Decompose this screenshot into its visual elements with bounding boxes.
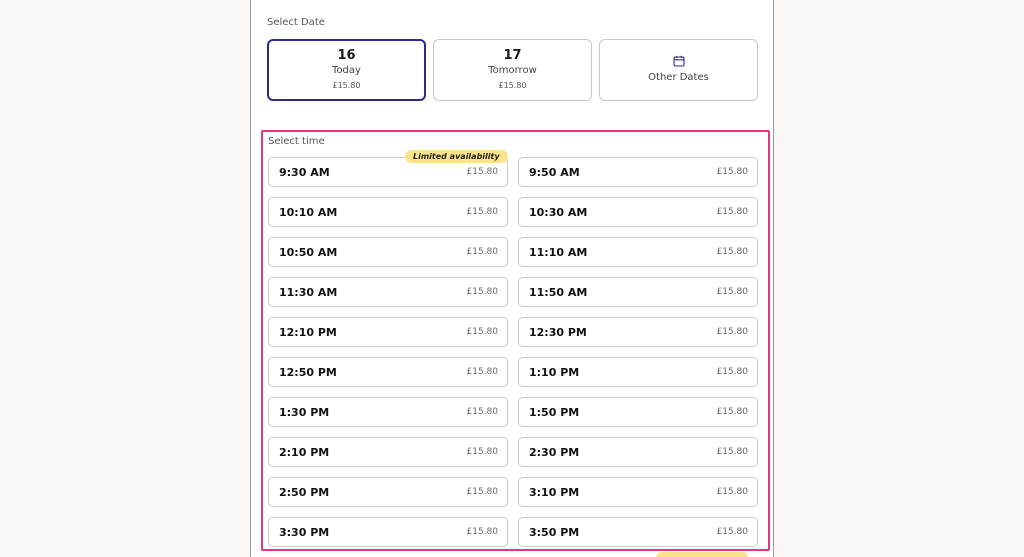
- slot-time: 10:50 AM: [279, 246, 338, 259]
- slot-price: £15.80: [466, 407, 499, 417]
- date-card-tomorrow[interactable]: 17 Tomorrow £15.80: [433, 39, 592, 101]
- select-date-label: Select Date: [267, 17, 325, 28]
- slot-time: 11:50 AM: [529, 286, 588, 299]
- time-selector: Select time 9:30 AM £15.80 Limited availab…: [261, 130, 770, 551]
- slot-time: 3:10 PM: [529, 486, 580, 499]
- time-slot-button[interactable]: 1:50 PM £15.80: [518, 397, 758, 427]
- time-slot-button[interactable]: 12:10 PM £15.80: [268, 317, 508, 347]
- slot-price: £15.80: [716, 527, 749, 537]
- calendar-icon: [672, 55, 685, 67]
- slot-time: 9:50 AM: [529, 166, 580, 179]
- date-name: Today: [332, 65, 361, 76]
- slot-price: £15.80: [716, 327, 749, 337]
- date-price: £15.80: [498, 81, 527, 90]
- time-slot-button[interactable]: 3:10 PM £15.80: [518, 477, 758, 507]
- time-slot-button[interactable]: 10:10 AM £15.80: [268, 197, 508, 227]
- slot-time: 11:30 AM: [279, 286, 338, 299]
- time-slot-button[interactable]: 12:50 PM £15.80: [268, 357, 508, 387]
- slot-time: 3:50 PM: [529, 526, 580, 539]
- slot-time: 1:30 PM: [279, 406, 330, 419]
- other-dates-label: Other Dates: [648, 72, 709, 83]
- time-slot-button[interactable]: 10:30 AM £15.80: [518, 197, 758, 227]
- slot-time: 11:10 AM: [529, 246, 588, 259]
- time-slot-button[interactable]: 3:50 PM £15.80: [518, 517, 758, 547]
- time-slot-button[interactable]: 2:50 PM £15.80: [268, 477, 508, 507]
- time-slot-button[interactable]: 3:30 PM £15.80: [268, 517, 508, 547]
- date-price: £15.80: [332, 81, 361, 90]
- time-slot-button[interactable]: 12:30 PM £15.80: [518, 317, 758, 347]
- date-day: 17: [503, 48, 522, 63]
- slot-price: £15.80: [466, 447, 499, 457]
- slot-time: 10:10 AM: [279, 206, 338, 219]
- slot-time: 1:10 PM: [529, 366, 580, 379]
- slot-time: 9:30 AM: [279, 166, 330, 179]
- slot-price: £15.80: [716, 167, 749, 177]
- time-slot-button[interactable]: 2:10 PM £15.80: [268, 437, 508, 467]
- date-selector: 16 Today £15.80 17 Tomorrow £15.80 Other…: [267, 39, 758, 101]
- date-name: Tomorrow: [488, 65, 537, 76]
- time-slot-button[interactable]: 11:30 AM £15.80: [268, 277, 508, 307]
- slot-time: 12:50 PM: [279, 366, 337, 379]
- slot-price: £15.80: [716, 207, 749, 217]
- time-slot-button[interactable]: 2:30 PM £15.80: [518, 437, 758, 467]
- time-slot-button[interactable]: 1:10 PM £15.80: [518, 357, 758, 387]
- slot-time: 2:50 PM: [279, 486, 330, 499]
- date-card-other-dates[interactable]: Other Dates: [599, 39, 758, 101]
- slot-time: 1:50 PM: [529, 406, 580, 419]
- time-slot-button[interactable]: 1:30 PM £15.80: [268, 397, 508, 427]
- slot-time: 3:30 PM: [279, 526, 330, 539]
- slot-price: £15.80: [466, 367, 499, 377]
- slot-time: 2:10 PM: [279, 446, 330, 459]
- slot-time: 12:10 PM: [279, 326, 337, 339]
- limited-availability-badge: Limited availability: [405, 150, 508, 163]
- time-slot-button[interactable]: 9:30 AM £15.80 Limited availability: [268, 150, 508, 187]
- slot-price: £15.80: [716, 367, 749, 377]
- slot-price: £15.80: [466, 487, 499, 497]
- slot-time: 10:30 AM: [529, 206, 588, 219]
- time-slot-button[interactable]: 11:10 AM £15.80: [518, 237, 758, 267]
- slot-price: £15.80: [466, 527, 499, 537]
- slot-price: £15.80: [466, 287, 499, 297]
- select-time-label: Select time: [268, 136, 325, 147]
- slot-price: £15.80: [466, 207, 499, 217]
- slot-price: £15.80: [466, 327, 499, 337]
- slot-price: £15.80: [466, 167, 499, 177]
- time-slot-button[interactable]: 10:50 AM £15.80: [268, 237, 508, 267]
- slot-price: £15.80: [466, 247, 499, 257]
- limited-availability-badge-partial: [656, 552, 748, 557]
- slot-time: 12:30 PM: [529, 326, 587, 339]
- slot-price: £15.80: [716, 407, 749, 417]
- slot-price: £15.80: [716, 247, 749, 257]
- booking-panel: Select Date 16 Today £15.80 17 Tomorrow …: [250, 0, 774, 557]
- time-slot-button[interactable]: 9:50 AM £15.80: [518, 157, 758, 187]
- slot-price: £15.80: [716, 447, 749, 457]
- slot-time: 2:30 PM: [529, 446, 580, 459]
- date-card-today[interactable]: 16 Today £15.80: [267, 39, 426, 101]
- date-day: 16: [337, 48, 356, 63]
- slot-price: £15.80: [716, 287, 749, 297]
- slot-price: £15.80: [716, 487, 749, 497]
- time-slot-button[interactable]: 11:50 AM £15.80: [518, 277, 758, 307]
